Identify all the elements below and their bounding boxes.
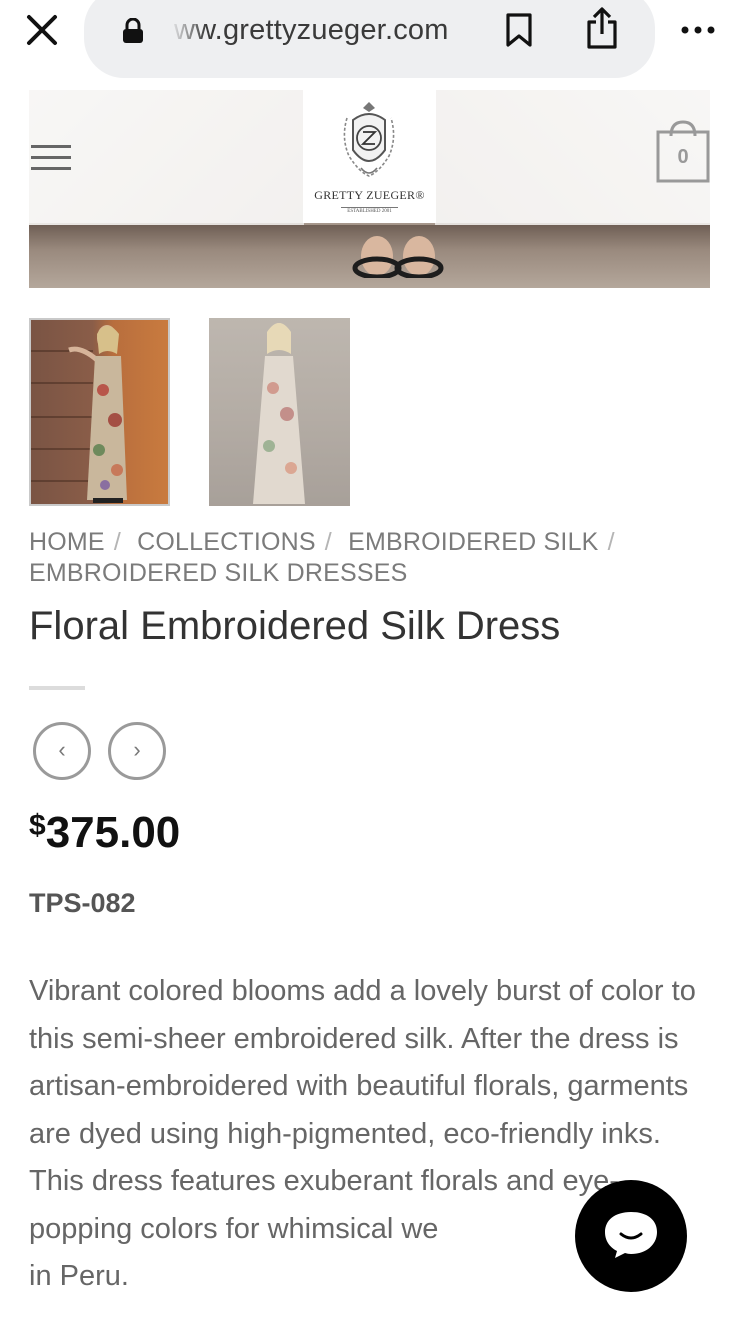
crest-logo-icon	[343, 102, 395, 177]
title-divider	[29, 686, 85, 690]
logo-tagline: ESTABLISHED 2001	[341, 207, 398, 216]
chat-icon	[605, 1212, 657, 1258]
share-icon[interactable]	[584, 6, 620, 50]
url-fade	[170, 8, 206, 52]
sandals-image	[352, 236, 444, 278]
lock-icon	[123, 18, 143, 43]
url-text: ww.grettyzueger.com	[174, 14, 449, 46]
product-price: $375.00	[29, 808, 180, 858]
breadcrumb: HOME / COLLECTIONS / EMBROIDERED SILK / EMB…	[29, 527, 719, 589]
previous-product-button[interactable]: ‹	[33, 722, 91, 780]
hamburger-menu-icon[interactable]	[31, 143, 71, 173]
description-text-tail: in Peru.	[29, 1260, 129, 1292]
chat-button[interactable]	[575, 1180, 687, 1292]
address-bar[interactable]: ww.grettyzueger.com	[84, 0, 655, 78]
breadcrumb-separator: /	[607, 528, 615, 556]
site-logo[interactable]: GRETTY ZUEGER® ESTABLISHED 2001	[303, 90, 436, 223]
product-thumbnail-2[interactable]	[209, 318, 350, 506]
bookmark-icon[interactable]	[504, 12, 534, 48]
breadcrumb-embroidered-silk-dresses[interactable]: EMBROIDERED SILK DRESSES	[29, 559, 408, 587]
chevron-right-icon: ›	[133, 737, 141, 762]
breadcrumb-separator: /	[324, 528, 332, 556]
chevron-left-icon: ‹	[58, 737, 66, 762]
product-thumbnail-1[interactable]	[29, 318, 170, 506]
price-currency: $	[29, 809, 46, 842]
price-amount: 375.00	[45, 808, 181, 857]
browser-toolbar: ww.grettyzueger.com	[0, 0, 739, 90]
model-figure-image	[253, 323, 305, 504]
more-icon[interactable]	[678, 20, 718, 40]
cart-button[interactable]: 0	[655, 118, 711, 184]
model-figure-image	[68, 325, 127, 503]
breadcrumb-embroidered-silk[interactable]: EMBROIDERED SILK	[348, 528, 598, 556]
product-sku: TPS-082	[29, 888, 136, 918]
breadcrumb-collections[interactable]: COLLECTIONS	[137, 528, 316, 556]
product-title: Floral Embroidered Silk Dress	[29, 604, 561, 648]
close-icon[interactable]	[24, 12, 60, 48]
next-product-button[interactable]: ›	[108, 722, 166, 780]
logo-name: GRETTY ZUEGER®	[314, 188, 425, 202]
breadcrumb-separator: /	[113, 528, 121, 556]
cart-count: 0	[677, 146, 689, 168]
breadcrumb-home[interactable]: HOME	[29, 528, 105, 556]
